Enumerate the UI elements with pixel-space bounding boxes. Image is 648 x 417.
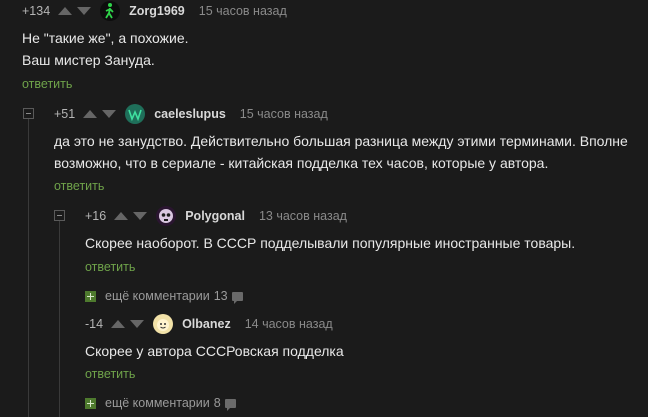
rating: +134 [22,4,51,18]
upvote-icon[interactable] [58,7,73,15]
comment-line: возможно, что в сериале - китайская подд… [54,155,549,171]
comment-line: Не "такие же", а похожие. [22,30,189,46]
downvote-icon[interactable] [77,7,92,15]
comment-line: да это не занудство. Действительно больш… [54,133,628,149]
more-comments-label: ещё комментарии [105,396,210,410]
collapse-thread-button[interactable] [54,210,65,221]
comment-line: Ваш мистер Зануда. [22,52,155,68]
comment-text: Скорее у автора СССРовская подделка [85,340,344,362]
comment-line: Скорее наоборот. В СССР подделывали попу… [85,235,576,251]
avatar[interactable] [125,104,146,124]
avatar[interactable] [153,314,174,334]
upvote-icon[interactable] [83,110,98,118]
comment-header: +51 caeleslupus 15 часов назад [54,104,328,124]
avatar[interactable] [100,1,121,21]
comment-header: +16 Polygonal 13 часов назад [85,206,347,226]
face-icon [157,319,170,331]
thread-line [59,218,60,417]
comment-header: +134 Zorg1969 15 часов назад [22,1,287,21]
timestamp[interactable]: 14 часов назад [245,317,333,331]
skull-icon [159,209,174,223]
downvote-icon[interactable] [130,320,145,328]
downvote-icon[interactable] [133,212,148,220]
avatar[interactable] [156,206,177,226]
comment-bubble-icon [231,291,243,304]
comment-header: -14 Olbanez 14 часов назад [85,314,333,334]
reply-link[interactable]: ответить [85,367,135,381]
comment-line: Скорее у автора СССРовская подделка [85,343,344,359]
expand-plus-icon [85,397,96,409]
walking-man-icon [105,3,114,19]
logo-w-icon [128,109,142,122]
thread-line [28,110,29,417]
username[interactable]: Polygonal [185,209,245,223]
timestamp[interactable]: 15 часов назад [240,107,328,121]
reply-link[interactable]: ответить [22,77,72,91]
username[interactable]: Olbanez [182,317,231,331]
downvote-icon[interactable] [102,110,117,118]
rating: +16 [85,209,107,223]
more-comments-label: ещё комментарии [105,289,210,303]
more-comments-button[interactable]: ещё комментарии 8 [85,395,236,411]
comment-text: Скорее наоборот. В СССР подделывали попу… [85,232,575,254]
more-comments-button[interactable]: ещё комментарии 13 [85,288,243,304]
reply-link[interactable]: ответить [85,260,135,274]
collapse-thread-button[interactable] [23,108,34,119]
comment-bubble-icon [224,398,236,411]
username[interactable]: caeleslupus [154,107,226,121]
upvote-icon[interactable] [114,212,129,220]
rating: -14 [85,317,104,331]
upvote-icon[interactable] [111,320,126,328]
timestamp[interactable]: 15 часов назад [199,4,287,18]
comment-text: Не "такие же", а похожие. Ваш мистер Зан… [22,27,189,71]
comment-text: да это не занудство. Действительно больш… [54,130,628,174]
expand-plus-icon [85,290,96,302]
rating: +51 [54,107,76,121]
more-comments-count: 8 [213,396,221,410]
timestamp[interactable]: 13 часов назад [259,209,347,223]
username[interactable]: Zorg1969 [129,4,185,18]
reply-link[interactable]: ответить [54,179,104,193]
more-comments-count: 13 [213,289,228,303]
